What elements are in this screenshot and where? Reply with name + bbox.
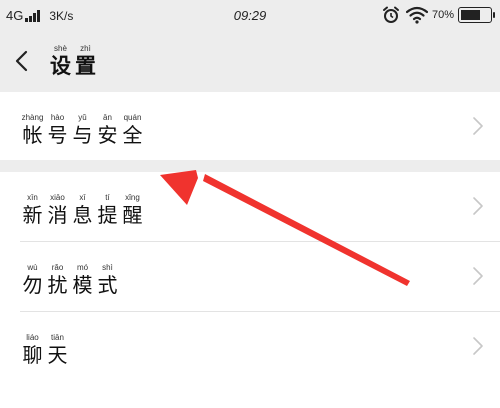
ruby-char: yǔ 与 bbox=[70, 113, 95, 147]
hanzi: 置 bbox=[75, 54, 96, 78]
pinyin: tiān bbox=[51, 333, 64, 342]
pinyin: shì bbox=[102, 263, 113, 272]
hanzi: 设 bbox=[50, 54, 71, 78]
pinyin: xī bbox=[79, 193, 86, 202]
pinyin: xǐng bbox=[125, 193, 140, 202]
hanzi: 勿 bbox=[22, 273, 43, 297]
hanzi: 安 bbox=[97, 123, 118, 147]
settings-item-label: liáo 聊 tiān 天 bbox=[20, 333, 70, 367]
ruby-char: liáo 聊 bbox=[20, 333, 45, 367]
wifi-icon bbox=[405, 6, 428, 24]
header-bar: shè 设 zhì 置 bbox=[0, 32, 500, 90]
ruby-char: tiān 天 bbox=[45, 333, 70, 367]
hanzi: 号 bbox=[47, 123, 68, 147]
hanzi: 息 bbox=[72, 203, 93, 227]
ruby-char: wù 勿 bbox=[20, 263, 45, 297]
pinyin: ān bbox=[103, 113, 112, 122]
hanzi: 与 bbox=[72, 123, 93, 147]
hanzi: 扰 bbox=[47, 273, 68, 297]
page-title: shè 设 zhì 置 bbox=[48, 44, 98, 78]
chevron-right-icon bbox=[473, 267, 483, 285]
ruby-char: zhì 置 bbox=[73, 44, 98, 78]
hanzi: 天 bbox=[47, 343, 68, 367]
pinyin: hào bbox=[50, 113, 65, 122]
ruby-char: ān 安 bbox=[95, 113, 120, 147]
settings-group-account: zhàng 帐 hào 号 yǔ 与 ān 安 quán 全 bbox=[0, 92, 500, 160]
pinyin: shè bbox=[54, 44, 67, 53]
settings-item-chat[interactable]: liáo 聊 tiān 天 bbox=[0, 312, 500, 382]
back-button[interactable] bbox=[8, 44, 38, 78]
ruby-char: zhàng 帐 bbox=[20, 113, 45, 147]
chevron-left-icon bbox=[15, 50, 28, 72]
ruby-char: hào 号 bbox=[45, 113, 70, 147]
ruby-char: xīn 新 bbox=[20, 193, 45, 227]
settings-item-do-not-disturb[interactable]: wù 勿 rǎo 扰 mó 模 shì 式 bbox=[0, 242, 500, 312]
ruby-char: quán 全 bbox=[120, 113, 145, 147]
battery-level bbox=[461, 10, 481, 20]
hanzi: 全 bbox=[122, 123, 143, 147]
pinyin: wù bbox=[27, 263, 38, 272]
ruby-char: xiāo 消 bbox=[45, 193, 70, 227]
hanzi: 聊 bbox=[22, 343, 43, 367]
ruby-char: xǐng 醒 bbox=[120, 193, 145, 227]
ruby-char: xī 息 bbox=[70, 193, 95, 227]
settings-item-label: xīn 新 xiāo 消 xī 息 tí 提 xǐng 醒 bbox=[20, 193, 145, 227]
pinyin: yǔ bbox=[78, 113, 87, 122]
ruby-char: mó 模 bbox=[70, 263, 95, 297]
hanzi: 醒 bbox=[122, 203, 143, 227]
chevron-right-icon bbox=[473, 197, 483, 215]
settings-group-general: xīn 新 xiāo 消 xī 息 tí 提 xǐng 醒 wù 勿 rǎo 扰 mó 模 shì 式 liáo… bbox=[0, 172, 500, 408]
status-right: 70% bbox=[382, 6, 495, 24]
hanzi: 消 bbox=[47, 203, 68, 227]
hanzi: 提 bbox=[97, 203, 118, 227]
hanzi: 新 bbox=[22, 203, 43, 227]
pinyin: liáo bbox=[26, 333, 39, 342]
chevron-right-icon bbox=[473, 117, 483, 135]
settings-item-label: wù 勿 rǎo 扰 mó 模 shì 式 bbox=[20, 263, 120, 297]
ruby-char: tí 提 bbox=[95, 193, 120, 227]
settings-item-label: zhàng 帐 hào 号 yǔ 与 ān 安 quán 全 bbox=[20, 113, 145, 147]
hanzi: 式 bbox=[97, 273, 118, 297]
battery-icon bbox=[458, 7, 495, 23]
pinyin: xiāo bbox=[50, 193, 65, 202]
ruby-char: shè 设 bbox=[48, 44, 73, 78]
status-bar: 4G 3K/s 09:29 70% bbox=[0, 0, 500, 32]
pinyin: zhàng bbox=[21, 113, 44, 122]
ruby-char: rǎo 扰 bbox=[45, 263, 70, 297]
ruby-char: shì 式 bbox=[95, 263, 120, 297]
battery-percent: 70% bbox=[431, 9, 454, 21]
alarm-icon bbox=[382, 6, 400, 24]
pinyin: rǎo bbox=[51, 263, 64, 272]
chevron-right-icon bbox=[473, 337, 483, 355]
pinyin: tí bbox=[105, 193, 110, 202]
hanzi: 模 bbox=[72, 273, 93, 297]
settings-item-notifications[interactable]: xīn 新 xiāo 消 xī 息 tí 提 xǐng 醒 bbox=[0, 172, 500, 242]
pinyin: quán bbox=[123, 113, 142, 122]
pinyin: xīn bbox=[27, 193, 38, 202]
settings-item-account-security[interactable]: zhàng 帐 hào 号 yǔ 与 ān 安 quán 全 bbox=[0, 92, 500, 162]
pinyin: zhì bbox=[80, 44, 91, 53]
pinyin: mó bbox=[76, 263, 89, 272]
hanzi: 帐 bbox=[22, 123, 43, 147]
